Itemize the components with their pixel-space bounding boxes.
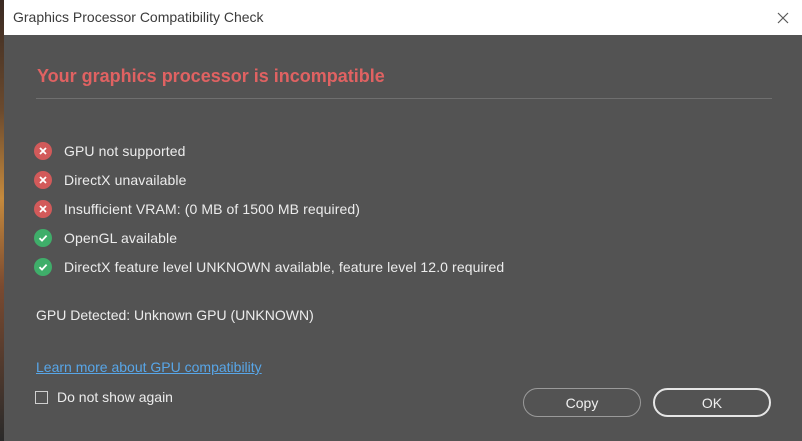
- check-item-opengl: OpenGL available: [34, 223, 504, 252]
- copy-button[interactable]: Copy: [523, 388, 641, 417]
- check-item-vram: Insufficient VRAM: (0 MB of 1500 MB requ…: [34, 194, 504, 223]
- check-label: DirectX unavailable: [64, 171, 187, 188]
- check-item-directx: DirectX unavailable: [34, 165, 504, 194]
- close-button[interactable]: [770, 5, 796, 31]
- window-title: Graphics Processor Compatibility Check: [13, 9, 264, 25]
- check-list: GPU not supported DirectX unavailable In…: [34, 136, 504, 281]
- divider: [36, 98, 772, 99]
- learn-more-link[interactable]: Learn more about GPU compatibility: [36, 359, 262, 375]
- do-not-show-again-label: Do not show again: [57, 389, 173, 405]
- check-label: Insufficient VRAM: (0 MB of 1500 MB requ…: [64, 200, 361, 217]
- ok-button[interactable]: OK: [653, 388, 771, 417]
- check-item-gpu-support: GPU not supported: [34, 136, 504, 165]
- compatibility-dialog: Graphics Processor Compatibility Check Y…: [4, 0, 802, 441]
- close-icon: [777, 12, 789, 24]
- x-circle-icon: [34, 141, 52, 160]
- check-circle-icon: [34, 257, 52, 276]
- x-circle-icon: [34, 170, 52, 189]
- check-circle-icon: [34, 228, 52, 247]
- check-label: OpenGL available: [64, 229, 178, 246]
- checkbox-box[interactable]: [35, 390, 48, 404]
- title-bar: Graphics Processor Compatibility Check: [4, 0, 802, 35]
- check-label: DirectX feature level UNKNOWN available,…: [64, 258, 505, 275]
- page-title: Your graphics processor is incompatible: [37, 66, 385, 86]
- check-label: GPU not supported: [64, 142, 186, 159]
- gpu-detected-text: GPU Detected: Unknown GPU (UNKNOWN): [36, 307, 314, 323]
- do-not-show-again-checkbox[interactable]: Do not show again: [35, 389, 173, 405]
- x-circle-icon: [34, 199, 52, 218]
- check-item-directx-feature-level: DirectX feature level UNKNOWN available,…: [34, 252, 504, 281]
